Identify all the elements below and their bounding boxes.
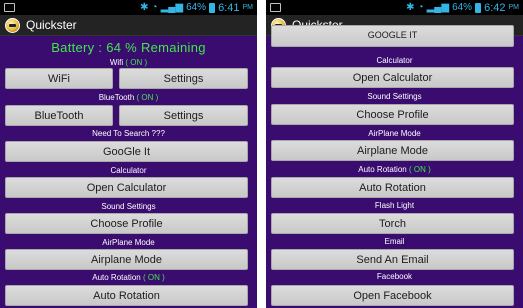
bluetooth-icon: ✱ <box>140 2 149 13</box>
wifi-icon: ◔ <box>151 2 158 13</box>
app-logo-icon <box>5 17 20 33</box>
airplane-mode-label: AirPlane Mode <box>368 129 421 138</box>
bluetooth-state: ( ON ) <box>136 93 159 102</box>
airplane-mode-button[interactable]: Airplane Mode <box>271 140 514 161</box>
clock-ampm: PM <box>508 4 520 11</box>
status-bar: ✱ ◔ ▂▄▆ 64% 6:41 PM <box>0 0 257 15</box>
choose-profile-button[interactable]: Choose Profile <box>271 104 514 125</box>
battery-icon <box>475 2 482 13</box>
wifi-label: Wifi ( ON ) <box>109 58 148 67</box>
auto-rotation-state: ( ON ) <box>408 165 431 174</box>
facebook-label: Facebook <box>376 272 413 281</box>
signal-icon: ▂▄▆ <box>426 2 450 13</box>
battery-icon <box>209 2 216 13</box>
email-label: Email <box>384 237 405 246</box>
airplane-mode-button[interactable]: Airplane Mode <box>5 249 248 270</box>
signal-icon: ▂▄▆ <box>160 2 184 13</box>
sound-settings-label: Sound Settings <box>101 202 156 211</box>
open-facebook-button[interactable]: Open Facebook <box>271 285 514 306</box>
google-it-button-partial[interactable]: GooGle It <box>271 25 514 47</box>
auto-rotation-state: ( ON ) <box>142 273 165 282</box>
right-phone-screen: ✱ ◔ ▂▄▆ 64% 6:42 PM Quickster GooGle It … <box>266 0 523 308</box>
calculator-label: Calculator <box>376 56 413 65</box>
google-it-button[interactable]: GooGle It <box>5 141 248 162</box>
auto-rotation-button[interactable]: Auto Rotation <box>271 177 514 198</box>
wifi-state: ( ON ) <box>125 58 148 67</box>
auto-rotation-label: Auto Rotation ( ON ) <box>358 165 431 174</box>
bluetooth-toggle-button[interactable]: BlueTooth <box>5 105 113 126</box>
clock: 6:42 <box>484 1 506 14</box>
send-email-button[interactable]: Send An Email <box>271 249 514 270</box>
app-title: Quickster <box>26 18 77 32</box>
wifi-icon: ◔ <box>417 2 424 13</box>
clock: 6:41 <box>218 1 240 14</box>
calculator-label: Calculator <box>110 166 147 175</box>
status-bar: ✱ ◔ ▂▄▆ 64% 6:42 PM <box>266 0 523 15</box>
auto-rotation-button[interactable]: Auto Rotation <box>5 285 248 306</box>
wifi-toggle-button[interactable]: WiFi <box>5 68 113 89</box>
action-bar: Quickster <box>0 15 257 36</box>
airplane-mode-label: AirPlane Mode <box>102 238 155 247</box>
wifi-settings-button[interactable]: Settings <box>119 68 248 89</box>
image-notification-icon <box>4 3 15 12</box>
choose-profile-button[interactable]: Choose Profile <box>5 213 248 234</box>
bluetooth-icon: ✱ <box>406 2 415 13</box>
sound-settings-label: Sound Settings <box>367 92 422 101</box>
battery-status-text: Battery : 64 % Remaining <box>51 40 206 55</box>
open-calculator-button[interactable]: Open Calculator <box>271 67 514 88</box>
battery-percent: 64% <box>452 2 473 13</box>
left-phone-screen: ✱ ◔ ▂▄▆ 64% 6:41 PM Quickster Battery : … <box>0 0 257 308</box>
battery-percent: 64% <box>186 2 207 13</box>
open-calculator-button[interactable]: Open Calculator <box>5 177 248 198</box>
flash-light-label: Flash Light <box>374 201 415 210</box>
auto-rotation-label: Auto Rotation ( ON ) <box>92 273 165 282</box>
bluetooth-label: BlueTooth ( ON ) <box>98 93 159 102</box>
clock-ampm: PM <box>242 4 254 11</box>
image-notification-icon <box>270 3 281 12</box>
search-label: Need To Search ??? <box>92 129 165 138</box>
torch-button[interactable]: Torch <box>271 213 514 234</box>
bluetooth-settings-button[interactable]: Settings <box>119 105 248 126</box>
